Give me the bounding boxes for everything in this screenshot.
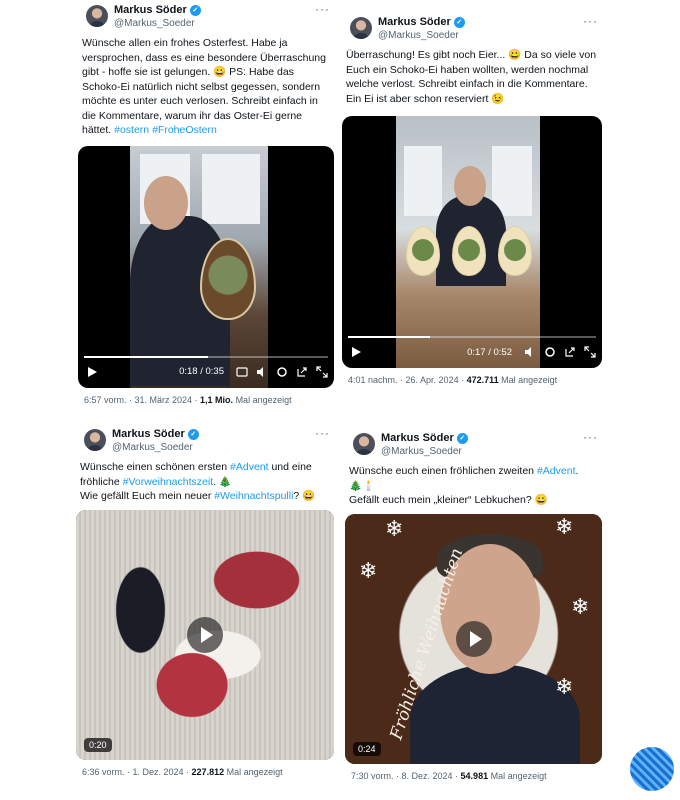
more-icon[interactable]: ··· bbox=[315, 426, 330, 440]
share-icon[interactable] bbox=[296, 366, 308, 378]
avatar[interactable] bbox=[86, 5, 108, 27]
author-handle[interactable]: @Markus_Soeder bbox=[381, 446, 462, 457]
video-duration: 0:24 bbox=[353, 741, 381, 756]
fullscreen-icon[interactable] bbox=[316, 365, 328, 378]
display-name[interactable]: Markus Söder bbox=[378, 16, 451, 28]
tweet-text: Wünsche einen schönen ersten #Advent und… bbox=[80, 461, 316, 502]
verified-icon: ✓ bbox=[189, 4, 201, 16]
cc-icon[interactable] bbox=[236, 366, 248, 378]
volume-icon[interactable] bbox=[524, 346, 536, 358]
tweet-4[interactable]: Markus Söder ✓ @Markus_Soeder ··· Wünsch… bbox=[345, 428, 602, 788]
avatar[interactable] bbox=[353, 433, 375, 455]
volume-icon[interactable] bbox=[256, 366, 268, 378]
hashtag-link[interactable]: #ostern bbox=[114, 124, 149, 136]
author-name[interactable]: Markus Söder ✓ bbox=[381, 432, 468, 444]
verified-icon: ✓ bbox=[187, 428, 199, 440]
tweet-meta: 4:01 nachm. · 26. Apr. 2024 · 472.711 Ma… bbox=[348, 375, 558, 385]
video-controls: 0:17 / 0:52 bbox=[348, 342, 596, 362]
brand-logo bbox=[630, 747, 674, 791]
tweet-header: Markus Söder ✓ @Markus_Soeder ··· bbox=[78, 0, 334, 36]
display-name[interactable]: Markus Söder bbox=[114, 4, 187, 16]
play-icon[interactable] bbox=[88, 366, 97, 377]
tweet-header: Markus Söder ✓ @Markus_Soeder ··· bbox=[342, 12, 602, 48]
video-player[interactable]: ❄ ❄ ❄ ❄ ❄ Fröhliche Weihnachten 0:24 bbox=[345, 513, 602, 764]
hashtag-link[interactable]: #Advent bbox=[537, 465, 576, 477]
author-handle[interactable]: @Markus_Soeder bbox=[114, 18, 195, 29]
tweet-text: Wünsche euch einen fröhlichen zweiten #A… bbox=[349, 465, 579, 506]
video-time: 0:17 / 0:52 bbox=[467, 346, 512, 358]
tweet-2[interactable]: Markus Söder ✓ @Markus_Soeder ··· Überra… bbox=[342, 12, 602, 392]
video-duration: 0:20 bbox=[84, 737, 112, 752]
video-progress[interactable] bbox=[84, 355, 328, 358]
video-player[interactable]: 0:20 bbox=[76, 509, 334, 760]
video-frame bbox=[396, 116, 540, 368]
tweet-1[interactable]: Markus Söder ✓ @Markus_Soeder ··· Wünsch… bbox=[78, 0, 334, 412]
verified-icon: ✓ bbox=[456, 432, 468, 444]
display-name[interactable]: Markus Söder bbox=[381, 432, 454, 444]
hashtag-link[interactable]: #Advent bbox=[230, 461, 269, 473]
video-controls: 0:18 / 0:35 bbox=[84, 362, 328, 382]
play-button[interactable] bbox=[187, 616, 223, 653]
tweet-header: Markus Söder ✓ @Markus_Soeder ··· bbox=[76, 424, 334, 460]
settings-icon[interactable] bbox=[544, 346, 556, 358]
video-time: 0:18 / 0:35 bbox=[179, 366, 224, 377]
hashtag-link[interactable]: #Weihnachtspulli bbox=[214, 490, 293, 502]
author-name[interactable]: Markus Söder ✓ bbox=[112, 428, 199, 440]
display-name[interactable]: Markus Söder bbox=[112, 428, 185, 440]
author-handle[interactable]: @Markus_Soeder bbox=[112, 442, 193, 453]
more-icon[interactable]: ··· bbox=[583, 430, 598, 444]
author-handle[interactable]: @Markus_Soeder bbox=[378, 30, 459, 41]
video-frame bbox=[130, 145, 268, 388]
more-icon[interactable]: ··· bbox=[315, 2, 330, 16]
play-button[interactable] bbox=[455, 620, 492, 657]
play-icon[interactable] bbox=[352, 347, 361, 357]
video-player[interactable]: 0:18 / 0:35 bbox=[78, 145, 334, 388]
hashtag-link[interactable]: #Vorweihnachtszeit bbox=[123, 476, 213, 488]
tweet-meta: 6:57 vorm. · 31. März 2024 · 1,1 Mio. Ma… bbox=[84, 394, 292, 405]
tweet-3[interactable]: Markus Söder ✓ @Markus_Soeder ··· Wünsch… bbox=[76, 424, 334, 784]
tweet-meta: 7:30 vorm. · 8. Dez. 2024 · 54.981 Mal a… bbox=[351, 770, 547, 781]
video-progress[interactable] bbox=[348, 336, 596, 338]
tweet-text: Wünsche allen ein frohes Osterfest. Habe… bbox=[82, 37, 329, 136]
tweet-text: Überraschung! Es gibt noch Eier... 😀 Da … bbox=[346, 49, 599, 105]
author-name[interactable]: Markus Söder ✓ bbox=[378, 16, 465, 28]
verified-icon: ✓ bbox=[453, 16, 465, 28]
tweet-header: Markus Söder ✓ @Markus_Soeder ··· bbox=[345, 428, 602, 464]
hashtag-link[interactable]: #FroheOstern bbox=[152, 124, 217, 136]
video-player[interactable]: 0:17 / 0:52 bbox=[342, 116, 602, 368]
tweet-meta: 6:36 vorm. · 1. Dez. 2024 · 227.812 Mal … bbox=[82, 766, 283, 777]
avatar[interactable] bbox=[350, 17, 372, 39]
avatar[interactable] bbox=[84, 429, 106, 451]
settings-icon[interactable] bbox=[276, 366, 288, 378]
fullscreen-icon[interactable] bbox=[584, 346, 596, 358]
share-icon[interactable] bbox=[564, 346, 576, 358]
more-icon[interactable]: ··· bbox=[583, 14, 598, 28]
author-name[interactable]: Markus Söder ✓ bbox=[114, 4, 201, 16]
